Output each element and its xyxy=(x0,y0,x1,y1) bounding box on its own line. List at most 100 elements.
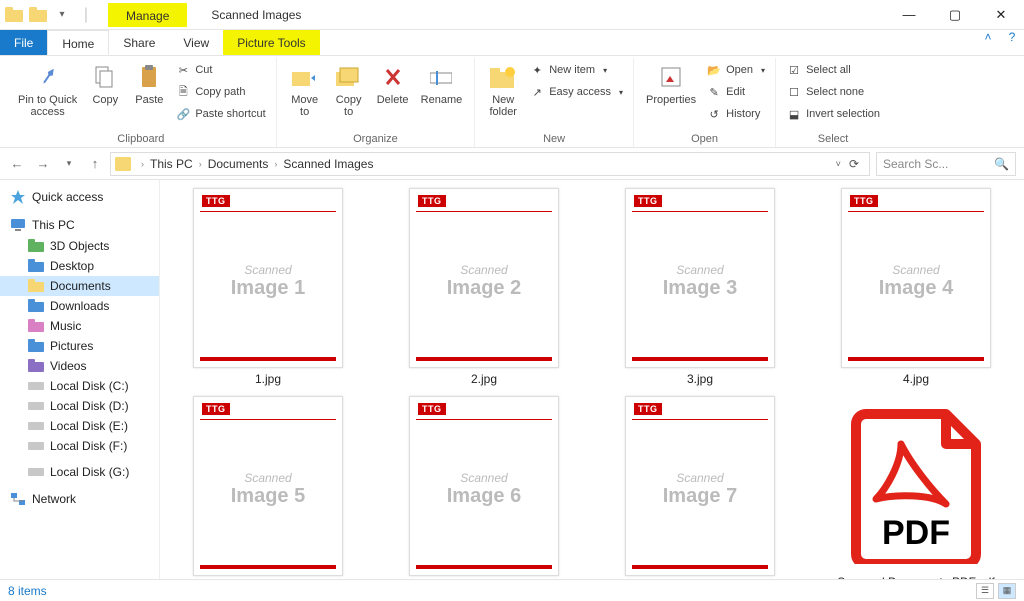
invert-selection-button[interactable]: ⬓Invert selection xyxy=(786,104,880,124)
sidebar-this-pc[interactable]: This PC xyxy=(0,214,159,236)
sidebar-item-label: Desktop xyxy=(50,259,94,273)
file-thumbnail: TTG ScannedImage 4 xyxy=(841,188,991,368)
file-name: 3.jpg xyxy=(687,372,713,386)
qat-dropdown-icon[interactable]: ▾ xyxy=(52,5,72,25)
edit-button[interactable]: ✎Edit xyxy=(706,82,765,102)
sidebar-network[interactable]: Network xyxy=(0,488,159,510)
sidebar-item[interactable]: Desktop xyxy=(0,256,159,276)
brand-badge: TTG xyxy=(634,195,662,207)
folder-icon xyxy=(28,279,44,293)
qat-separator: | xyxy=(76,5,96,25)
brand-badge: TTG xyxy=(202,403,230,415)
tab-picture-tools[interactable]: Picture Tools xyxy=(223,30,319,55)
file-name: Scanned Documents PDF.pdf xyxy=(837,575,994,579)
chevron-icon[interactable]: › xyxy=(195,159,206,169)
back-button[interactable]: ← xyxy=(8,156,26,171)
sidebar-item[interactable]: Local Disk (C:) xyxy=(0,376,159,396)
sidebar-item-label: Downloads xyxy=(50,299,109,313)
minimize-button[interactable]: — xyxy=(886,0,932,30)
paste-button[interactable]: Paste xyxy=(127,58,171,110)
view-details-button[interactable]: ☰ xyxy=(976,583,994,599)
close-button[interactable]: ✕ xyxy=(978,0,1024,30)
edit-icon: ✎ xyxy=(706,84,722,100)
copy-button[interactable]: Copy xyxy=(83,58,127,110)
file-tile-pdf[interactable]: PDF Scanned Documents PDF.pdf xyxy=(820,396,1012,579)
sidebar-item[interactable]: Music xyxy=(0,316,159,336)
cut-button[interactable]: ✂Cut xyxy=(175,60,265,80)
pin-quick-access-button[interactable]: Pin to Quick access xyxy=(12,58,83,122)
file-tile[interactable]: TTG ScannedImage 3 3.jpg xyxy=(604,188,796,386)
navigation-pane: Quick access This PC 3D Objects Desktop Do… xyxy=(0,180,160,579)
breadcrumb[interactable]: › This PC › Documents › Scanned Images ˅… xyxy=(110,152,870,176)
file-tile[interactable]: TTG ScannedImage 1 1.jpg xyxy=(172,188,364,386)
move-to-button[interactable]: Move to xyxy=(283,58,327,122)
history-button[interactable]: ↺History xyxy=(706,104,765,124)
contextual-tab-manage[interactable]: Manage xyxy=(108,3,187,27)
select-none-icon: ☐ xyxy=(786,84,802,100)
ribbon-collapse-icon[interactable]: ˄ xyxy=(976,30,1000,55)
open-button[interactable]: 📂Open▾ xyxy=(706,60,765,80)
recent-dropdown[interactable]: ▾ xyxy=(60,158,78,169)
file-tile[interactable]: TTG ScannedImage 5 5.jpg xyxy=(172,396,364,579)
tab-home[interactable]: Home xyxy=(47,30,109,55)
sidebar-item[interactable]: 3D Objects xyxy=(0,236,159,256)
sidebar-item[interactable]: Local Disk (D:) xyxy=(0,396,159,416)
sidebar-item[interactable]: Pictures xyxy=(0,336,159,356)
file-thumbnail: TTG ScannedImage 5 xyxy=(193,396,343,576)
rename-button[interactable]: Rename xyxy=(415,58,469,110)
file-tile[interactable]: TTG ScannedImage 7 7.jpg xyxy=(604,396,796,579)
status-item-count: 8 items xyxy=(8,584,47,598)
tab-share[interactable]: Share xyxy=(109,30,169,55)
sidebar-quick-access[interactable]: Quick access xyxy=(0,186,159,208)
breadcrumb-segment[interactable]: Documents xyxy=(208,157,269,171)
ribbon-group-label: Select xyxy=(782,131,884,147)
title-bar: ▾ | Manage Scanned Images — ▢ ✕ xyxy=(0,0,1024,30)
folder-icon xyxy=(28,419,44,433)
select-none-button[interactable]: ☐Select none xyxy=(786,82,880,102)
chevron-icon[interactable]: › xyxy=(270,159,281,169)
sidebar-item[interactable]: Documents xyxy=(0,276,159,296)
file-tile[interactable]: TTG ScannedImage 4 4.jpg xyxy=(820,188,1012,386)
sidebar-item-label: Local Disk (D:) xyxy=(50,399,129,413)
file-thumbnail: TTG ScannedImage 3 xyxy=(625,188,775,368)
file-view[interactable]: TTG ScannedImage 1 1.jpg TTG ScannedImag… xyxy=(160,180,1024,579)
refresh-button[interactable]: ⟳ xyxy=(843,157,865,171)
breadcrumb-dropdown-icon[interactable]: ˅ xyxy=(836,159,841,169)
folder-qat-icon[interactable] xyxy=(28,5,48,25)
delete-button[interactable]: Delete xyxy=(371,58,415,110)
file-tile[interactable]: TTG ScannedImage 2 2.jpg xyxy=(388,188,580,386)
file-tile[interactable]: TTG ScannedImage 6 6.jpg xyxy=(388,396,580,579)
file-name: 1.jpg xyxy=(255,372,281,386)
tab-view[interactable]: View xyxy=(169,30,223,55)
sidebar-item[interactable]: Local Disk (F:) xyxy=(0,436,159,456)
search-input[interactable]: Search Sc... 🔍 xyxy=(876,152,1016,176)
tab-file[interactable]: File xyxy=(0,30,47,55)
breadcrumb-segment[interactable]: Scanned Images xyxy=(283,157,373,171)
up-button[interactable]: ↑ xyxy=(86,156,104,171)
sidebar-item[interactable]: Videos xyxy=(0,356,159,376)
forward-button[interactable]: → xyxy=(34,156,52,171)
select-all-button[interactable]: ☑Select all xyxy=(786,60,880,80)
help-icon[interactable]: ? xyxy=(1000,30,1024,55)
paste-shortcut-button[interactable]: 🔗Paste shortcut xyxy=(175,104,265,124)
new-folder-button[interactable]: New folder xyxy=(481,58,525,122)
new-item-button[interactable]: ✦New item▾ xyxy=(529,60,623,80)
view-large-icons-button[interactable]: ▦ xyxy=(998,583,1016,599)
chevron-icon[interactable]: › xyxy=(137,159,148,169)
copy-path-button[interactable]: 🗎Copy path xyxy=(175,82,265,102)
sidebar-item[interactable]: Downloads xyxy=(0,296,159,316)
quick-access-icon xyxy=(10,190,26,204)
ribbon-tabs: File Home Share View Picture Tools ˄ ? xyxy=(0,30,1024,56)
maximize-button[interactable]: ▢ xyxy=(932,0,978,30)
drive-icon xyxy=(28,465,44,479)
sidebar-item[interactable]: Local Disk (E:) xyxy=(0,416,159,436)
delete-icon xyxy=(378,62,408,92)
easy-access-button[interactable]: ↗Easy access▾ xyxy=(529,82,623,102)
breadcrumb-segment[interactable]: This PC xyxy=(150,157,193,171)
copy-to-button[interactable]: Copy to xyxy=(327,58,371,122)
sidebar-item-label: Music xyxy=(50,319,81,333)
properties-button[interactable]: Properties xyxy=(640,58,702,110)
sidebar-local-disk-g[interactable]: Local Disk (G:) xyxy=(0,462,159,482)
ribbon-group-label: Clipboard xyxy=(12,131,270,147)
open-icon: 📂 xyxy=(706,62,722,78)
